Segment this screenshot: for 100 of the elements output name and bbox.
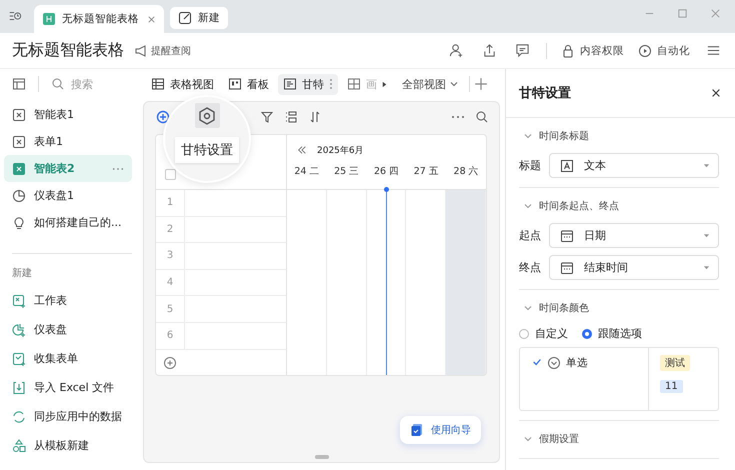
collapse-icon[interactable]: [523, 131, 533, 141]
field-label: 起点: [519, 228, 541, 243]
item-label: 导入 Excel 文件: [34, 380, 114, 395]
item-label: 仪表盘: [34, 322, 67, 337]
row-number: 3: [156, 243, 185, 269]
grid-icon: [347, 77, 361, 91]
item-label: 智能表2: [34, 161, 76, 176]
edit-icon: [178, 11, 192, 25]
row-number: 2: [156, 216, 185, 242]
sidebar-item[interactable]: 仪表盘1: [4, 182, 132, 209]
view-tab[interactable]: 看板: [223, 74, 274, 94]
add-row-icon[interactable]: [163, 356, 177, 370]
sort-icon[interactable]: [308, 110, 322, 124]
megaphone-icon: [134, 44, 148, 58]
window-tab[interactable]: 新建: [170, 7, 228, 29]
lock-icon: [561, 44, 575, 58]
all-views-dropdown[interactable]: 全部视图: [402, 76, 459, 92]
sheet-icon: [12, 162, 26, 176]
automation-button[interactable]: 自动化: [638, 44, 690, 58]
add-record-icon[interactable]: [156, 110, 170, 124]
permissions-button[interactable]: 内容权限: [561, 44, 624, 58]
clipboard-check-icon: [410, 423, 424, 437]
field-dropdown[interactable]: 结束时间: [549, 255, 719, 280]
field-dropdown[interactable]: 日期: [549, 223, 719, 248]
select-all-checkbox[interactable]: [165, 169, 176, 180]
sidebar-toggle-icon[interactable]: [12, 77, 26, 91]
gantt-icon: [283, 77, 297, 91]
field-dropdown[interactable]: 文本: [549, 153, 719, 178]
search-icon[interactable]: [475, 110, 489, 124]
caret-icon: [703, 232, 710, 239]
view-tab[interactable]: 表格视图: [146, 74, 219, 94]
field-label: 终点: [519, 260, 541, 275]
gantt-settings-button[interactable]: [194, 103, 220, 128]
new-chart-icon: [12, 322, 26, 336]
sidebar-item[interactable]: 智能表2: [4, 155, 132, 182]
chevron-down-icon: [449, 79, 459, 89]
window-tab[interactable]: 无标题智能表格: [34, 5, 164, 33]
history-icon[interactable]: [8, 9, 22, 23]
create-item[interactable]: 同步应用中的数据: [4, 402, 132, 431]
sheet-icon: [42, 12, 56, 26]
collapse-icon[interactable]: [523, 434, 533, 444]
create-item[interactable]: 收集表单: [4, 344, 132, 373]
create-item[interactable]: 工作表: [4, 286, 132, 315]
day-label: 27 五: [412, 165, 440, 178]
shapes-icon: [12, 438, 26, 452]
caret-icon: [703, 162, 710, 169]
row-number: 5: [156, 296, 185, 322]
radio-option[interactable]: 跟随选项: [582, 326, 642, 341]
create-item[interactable]: 导入 Excel 文件: [4, 373, 132, 402]
collapse-icon[interactable]: [523, 201, 533, 211]
close-icon[interactable]: [711, 88, 721, 98]
collapse-icon[interactable]: [523, 303, 533, 313]
option-tag: 测试: [660, 355, 690, 371]
row-number: 1: [156, 190, 185, 216]
sidebar-item[interactable]: 智能表1: [4, 101, 132, 128]
item-label: 从模板新建: [34, 438, 89, 453]
resize-handle[interactable]: [314, 455, 328, 459]
comment-icon[interactable]: [515, 43, 530, 58]
section-heading: 新建: [11, 266, 33, 281]
field-name: 单选: [566, 356, 588, 370]
filter-icon[interactable]: [260, 110, 274, 124]
maximize-icon[interactable]: [677, 8, 688, 19]
add-user-icon[interactable]: [449, 43, 464, 58]
view-tab[interactable]: 甘特: [278, 74, 338, 94]
field-label: 标题: [519, 158, 541, 173]
calendar-icon: [560, 260, 574, 274]
item-label: 如何搭建自己的...: [34, 215, 122, 230]
row-number: 6: [156, 322, 185, 349]
radio-option[interactable]: 自定义: [519, 326, 568, 341]
item-label: 仪表盘1: [34, 188, 75, 203]
more-icon[interactable]: [329, 77, 333, 91]
sidebar-item[interactable]: 表单1: [4, 128, 132, 155]
sidebar-item[interactable]: 如何搭建自己的...: [4, 209, 132, 236]
create-item[interactable]: 仪表盘: [4, 315, 132, 344]
section-heading: 时间条颜色: [539, 302, 589, 315]
section-heading: 时间条标题: [539, 130, 589, 143]
tab-title: 无标题智能表格: [62, 12, 140, 26]
pie-chart-icon: [12, 188, 26, 202]
section-heading: 假期设置: [539, 432, 579, 446]
guide-button[interactable]: 使用向导: [400, 416, 481, 444]
remind-button[interactable]: 提醒查阅: [134, 44, 191, 58]
new-sheet-icon: [12, 294, 26, 308]
search-field[interactable]: 搜索: [71, 78, 121, 90]
day-label: 28 六: [452, 165, 480, 178]
create-item[interactable]: 从模板新建: [4, 431, 132, 460]
table-icon: [151, 77, 165, 91]
share-icon[interactable]: [482, 43, 497, 58]
board-icon: [228, 77, 242, 91]
add-icon[interactable]: [474, 77, 488, 91]
item-label: 工作表: [34, 293, 67, 308]
section-heading: 时间条起点、终点: [539, 200, 619, 213]
item-label: 智能表1: [34, 107, 75, 122]
group-icon[interactable]: [284, 110, 298, 124]
day-label: 24 二: [293, 165, 320, 178]
search-icon[interactable]: [51, 77, 65, 91]
day-label: 25 三: [333, 165, 360, 178]
more-icon[interactable]: [112, 166, 124, 170]
scroll-right-icon[interactable]: [381, 80, 388, 88]
import-icon: [12, 380, 26, 394]
play-icon: [638, 44, 652, 58]
